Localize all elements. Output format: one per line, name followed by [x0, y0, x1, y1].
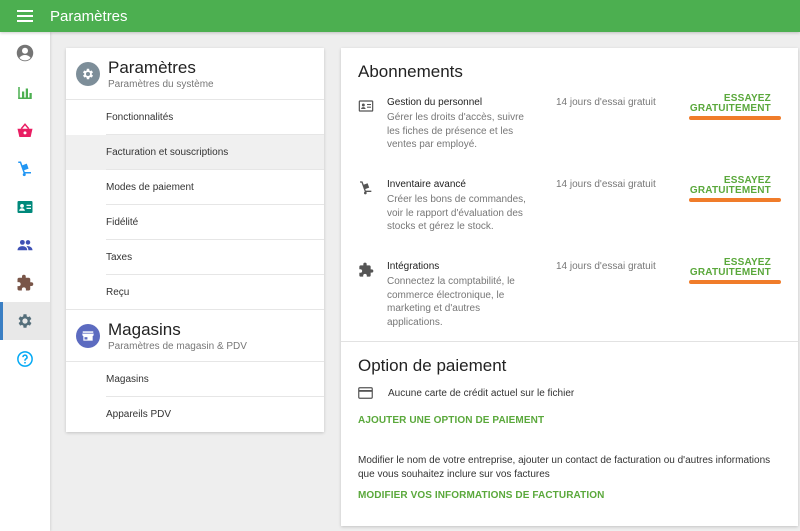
credit-card-status-text: Aucune carte de crédit actuel sur le fic… [388, 387, 575, 399]
app-bar: Paramètres [0, 0, 800, 32]
try-free-label-line2: GRATUITEMENT [689, 103, 771, 114]
subscription-trial: 14 jours d'essai gratuit [556, 261, 656, 272]
gear-icon [82, 68, 94, 80]
storefront-icon [82, 331, 94, 341]
subscriptions-title: Abonnements [358, 62, 463, 81]
contact-card-icon [17, 201, 33, 213]
subscription-trial: 14 jours d'essai gratuit [556, 97, 656, 108]
highlight-underline [689, 198, 781, 202]
account-circle-icon [16, 44, 34, 62]
try-free-label-line2: GRATUITEMENT [689, 267, 771, 278]
nav-account-button[interactable] [0, 32, 50, 74]
nav-employees-button[interactable] [0, 226, 50, 264]
nav-customers-button[interactable] [0, 188, 50, 226]
subscriptions-card: Abonnements Gestion du personnel Gérer l… [341, 48, 798, 526]
id-card-icon [358, 100, 374, 112]
menu-item-payment-methods[interactable]: Modes de paiement [66, 170, 324, 205]
subscription-name: Intégrations [387, 261, 440, 272]
nav-help-button[interactable] [0, 340, 50, 378]
nav-sales-button[interactable] [0, 112, 50, 150]
settings-menu-card: Paramètres Paramètres du système Fonctio… [66, 48, 324, 432]
credit-card-icon [358, 387, 373, 399]
page-title: Paramètres [50, 7, 128, 25]
settings-section-icon [76, 62, 100, 86]
nav-settings-button[interactable] [0, 302, 50, 340]
stores-section-header: Magasins Paramètres de magasin & PDV [66, 310, 324, 362]
settings-section-title: Paramètres [108, 58, 196, 77]
billing-info-note: Modifier le nom de votre entreprise, ajo… [358, 455, 771, 480]
credit-card-status: Aucune carte de crédit actuel sur le fic… [358, 387, 574, 399]
subscription-icon [358, 180, 374, 196]
stores-section-icon [76, 324, 100, 348]
menu-item-loyalty[interactable]: Fidélité [66, 205, 324, 240]
menu-item-receipt[interactable]: Reçu [66, 275, 324, 310]
nav-integrations-button[interactable] [0, 264, 50, 302]
hamburger-menu-icon [17, 10, 33, 22]
stores-section-subtitle: Paramètres de magasin & PDV [108, 341, 247, 352]
edit-billing-info-button[interactable]: MODIFIER VOS INFORMATIONS DE FACTURATION [358, 490, 604, 501]
payment-option-title: Option de paiement [358, 356, 507, 375]
menu-item-taxes[interactable]: Taxes [66, 240, 324, 275]
subscription-icon [358, 98, 374, 114]
people-icon [17, 239, 33, 251]
highlight-underline [689, 116, 781, 120]
subscription-name: Inventaire avancé [387, 179, 466, 190]
add-payment-option-button[interactable]: AJOUTER UNE OPTION DE PAIEMENT [358, 415, 544, 426]
stores-section-title: Magasins [108, 320, 181, 339]
menu-item-pos-devices[interactable]: Appareils PDV [66, 397, 324, 432]
help-circle-icon [17, 351, 33, 367]
menu-item-features[interactable]: Fonctionnalités [66, 100, 324, 135]
subscription-description: Gérer les droits d'accès, suivre les fic… [387, 112, 524, 150]
nav-reports-button[interactable] [0, 74, 50, 112]
subscription-description: Créer les bons de commandes, voir le rap… [387, 194, 526, 232]
subscription-description: Connectez la comptabilité, le commerce é… [387, 276, 515, 328]
settings-section-header: Paramètres Paramètres du système [66, 48, 324, 100]
hand-truck-icon [360, 181, 372, 195]
puzzle-icon [359, 262, 374, 277]
menu-item-stores[interactable]: Magasins [66, 362, 324, 397]
payment-option-section: Option de paiement Aucune carte de crédi… [358, 356, 781, 501]
hamburger-menu-button[interactable] [0, 0, 50, 32]
puzzle-icon [17, 274, 34, 291]
left-nav [0, 32, 50, 531]
basket-icon [17, 123, 33, 137]
subscription-name: Gestion du personnel [387, 97, 483, 108]
subscription-trial: 14 jours d'essai gratuit [556, 179, 656, 190]
gear-icon [18, 314, 32, 328]
menu-item-billing-subscriptions[interactable]: Facturation et souscriptions [66, 135, 324, 170]
subscription-icon [358, 262, 374, 278]
highlight-underline [689, 280, 781, 284]
try-free-label-line2: GRATUITEMENT [689, 185, 771, 196]
nav-inventory-button[interactable] [0, 150, 50, 188]
bar-chart-icon [18, 87, 32, 99]
settings-section-subtitle: Paramètres du système [108, 79, 214, 90]
hand-truck-icon [18, 161, 31, 177]
